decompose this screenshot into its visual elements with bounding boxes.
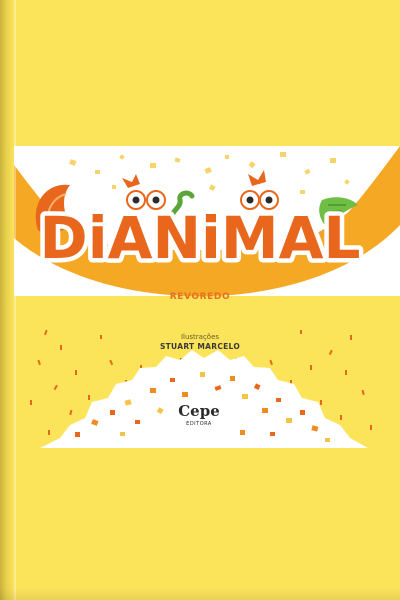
spine-highlight xyxy=(14,0,16,600)
illustrations-label: Ilustrações xyxy=(180,333,220,341)
book-cover: DiANiMAL DiANiMAL REVOREDO Ilustrações S… xyxy=(0,0,400,600)
title-letters: DiANiMAL DiANiMAL xyxy=(35,200,365,277)
publisher-logo: Cepe EDITORA xyxy=(176,402,222,432)
title-text: DiANiMAL xyxy=(40,204,361,272)
publisher-name: Cepe xyxy=(178,402,220,420)
illustrator-name: STUART MARCELO xyxy=(159,342,241,351)
spine-shadow xyxy=(0,0,14,600)
author-name: REVOREDO xyxy=(169,292,231,302)
bottom-shadow xyxy=(0,588,400,600)
publisher-subtitle: EDITORA xyxy=(186,421,212,427)
